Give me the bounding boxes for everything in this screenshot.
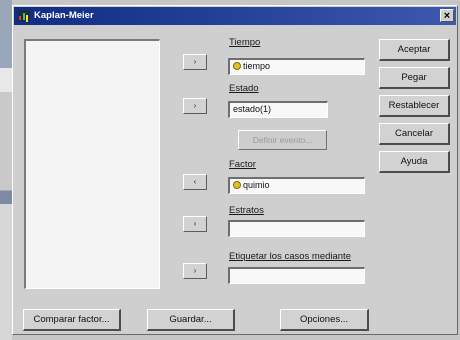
move-to-factor-button[interactable]: ‹: [183, 174, 207, 190]
define-event-button: Definir evento...: [238, 130, 327, 150]
background-window-edge: [0, 0, 12, 340]
screen: Kaplan-Meier × › Tiempo tiempo › Estado …: [0, 0, 460, 340]
factor-value: quimio: [243, 180, 270, 190]
move-to-label-cases-button[interactable]: ›: [183, 263, 207, 279]
factor-label-text: Factor: [229, 159, 256, 170]
tiempo-label-text: Tiempo: [229, 37, 261, 48]
window-title: Kaplan-Meier: [34, 10, 94, 21]
options-button[interactable]: Opciones...: [280, 309, 369, 331]
move-to-estado-button[interactable]: ›: [183, 98, 207, 114]
scale-variable-icon: [233, 181, 241, 189]
restablecer-button[interactable]: Restablecer: [379, 95, 450, 117]
ayuda-button[interactable]: Ayuda: [379, 151, 450, 173]
pegar-button[interactable]: Pegar: [379, 67, 450, 89]
source-variable-list[interactable]: [24, 39, 160, 289]
factor-label: Factor: [229, 159, 256, 170]
label-cases-label: Etiquetar los casos mediante: [229, 251, 351, 262]
title-bar[interactable]: Kaplan-Meier ×: [14, 7, 456, 25]
move-to-tiempo-button[interactable]: ›: [183, 54, 207, 70]
close-button[interactable]: ×: [440, 9, 454, 22]
estratos-field[interactable]: [228, 220, 365, 237]
compare-factor-button[interactable]: Comparar factor...: [23, 309, 121, 331]
move-to-estratos-button[interactable]: ›: [183, 216, 207, 232]
kaplan-meier-dialog: Kaplan-Meier × › Tiempo tiempo › Estado …: [12, 5, 458, 335]
estado-field[interactable]: estado(1): [228, 101, 328, 118]
tiempo-label: Tiempo: [229, 37, 260, 48]
estado-label-text: Estado: [229, 83, 259, 94]
spss-app-icon: [18, 10, 30, 21]
cancelar-button[interactable]: Cancelar: [379, 123, 450, 145]
factor-field[interactable]: quimio: [228, 177, 365, 194]
tiempo-field[interactable]: tiempo: [228, 58, 365, 75]
estratos-label-text: Estratos: [229, 205, 264, 216]
tiempo-value: tiempo: [243, 61, 271, 71]
scale-variable-icon: [233, 62, 241, 70]
estratos-label: Estratos: [229, 205, 264, 216]
label-cases-field[interactable]: [228, 267, 365, 284]
label-cases-label-text: Etiquetar los casos mediante: [229, 251, 351, 262]
estado-value: estado(1): [233, 104, 272, 114]
save-button[interactable]: Guardar...: [147, 309, 235, 331]
aceptar-button[interactable]: Aceptar: [379, 39, 450, 61]
estado-label: Estado: [229, 83, 259, 94]
